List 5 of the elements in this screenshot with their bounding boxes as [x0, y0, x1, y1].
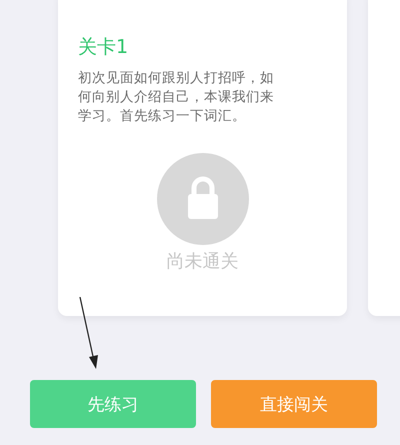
practice-button[interactable]: 先练习	[30, 380, 196, 428]
level-status: 尚未通关	[166, 250, 238, 274]
level-description: 初次见面如何跟别人打招呼，如何向别人介绍自己，本课我们来学习。首先练习一下词汇。	[77, 69, 275, 126]
challenge-button[interactable]: 直接闯关	[211, 380, 377, 428]
level-title: 关卡1	[77, 35, 130, 59]
